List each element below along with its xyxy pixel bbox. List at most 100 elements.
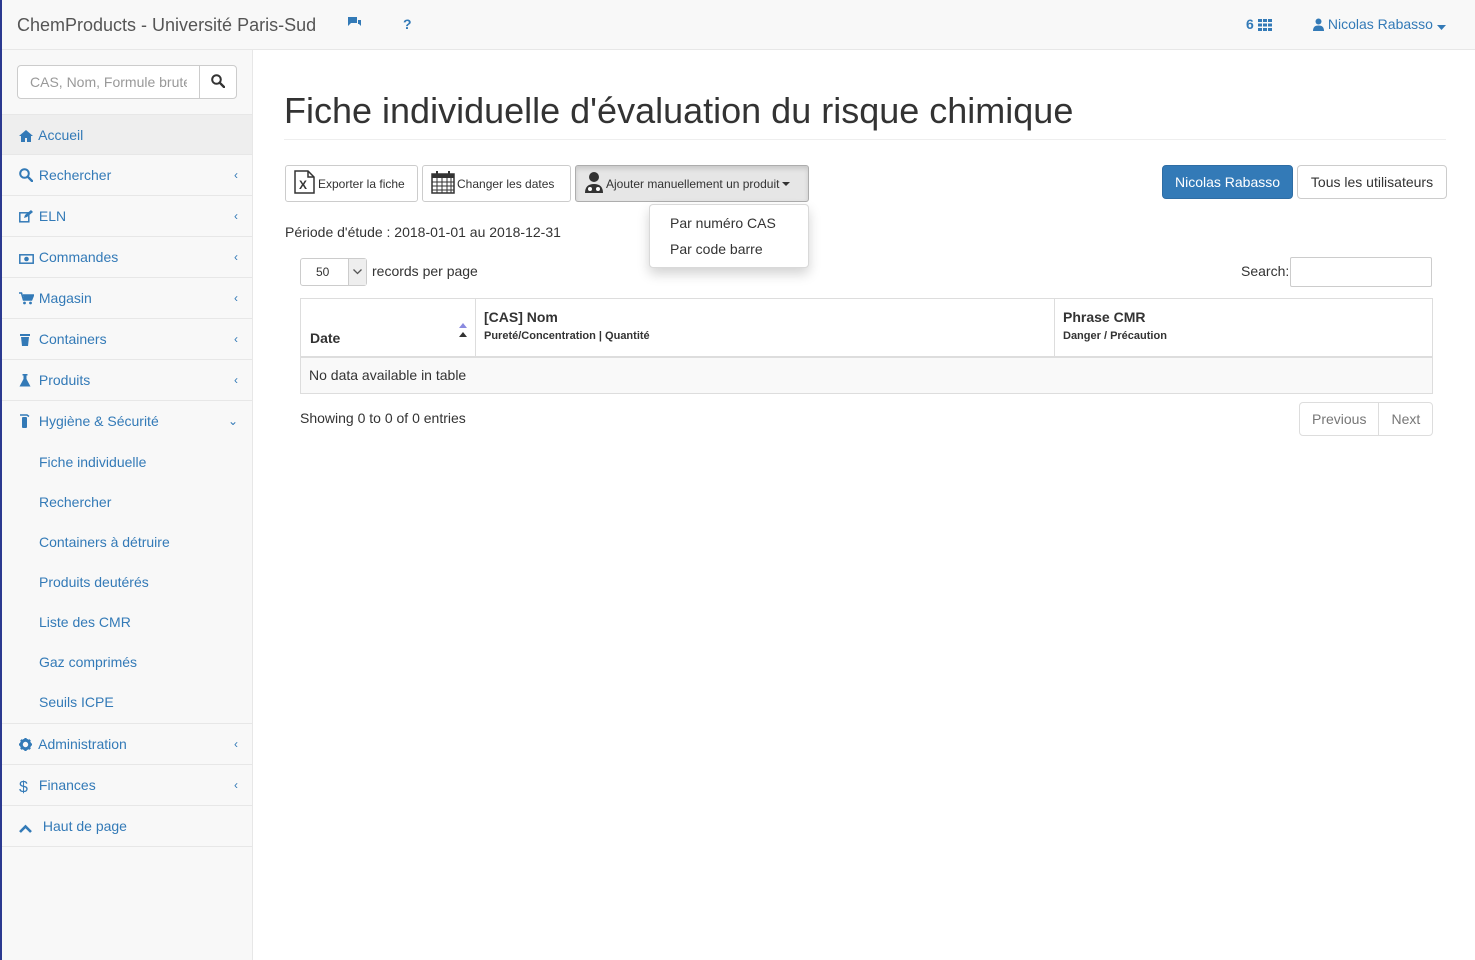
change-dates-button[interactable]: Changer les dates xyxy=(422,165,571,202)
sidebar-item-produits[interactable]: Produits ‹ xyxy=(2,360,252,401)
records-per-page-select[interactable]: 50 xyxy=(300,258,367,286)
title-divider xyxy=(284,139,1446,140)
user-name: Nicolas Rabasso xyxy=(1327,16,1433,32)
sidebar-item-rechercher[interactable]: Rechercher ‹ xyxy=(2,155,252,196)
sidebar-item-label: Commandes xyxy=(38,249,119,265)
submenu-item-produits-deuteres[interactable]: Produits deutérés xyxy=(2,562,252,602)
submenu-item-gaz-comprimes[interactable]: Gaz comprimés xyxy=(2,642,252,682)
all-users-button[interactable]: Tous les utilisateurs xyxy=(1297,165,1447,199)
sidebar-item-label: Hygiène & Sécurité xyxy=(38,413,159,429)
chevron-left-icon: ‹ xyxy=(234,373,238,387)
sidebar-item-eln[interactable]: ELN ‹ xyxy=(2,196,252,237)
sidebar-item-accueil[interactable]: Accueil xyxy=(2,114,252,155)
svg-text:X: X xyxy=(299,178,307,192)
sidebar-item-label: Rechercher xyxy=(38,167,112,183)
table-search-input[interactable] xyxy=(1290,257,1432,287)
submenu-item-seuils-icpe[interactable]: Seuils ICPE xyxy=(2,682,252,722)
table-search-label: Search: xyxy=(1241,263,1290,279)
trash-icon xyxy=(19,321,35,362)
apps-counter[interactable]: 6 xyxy=(1246,16,1273,32)
column-header-date[interactable]: Date xyxy=(300,298,476,358)
submenu-item-liste-cmr[interactable]: Liste des CMR xyxy=(2,602,252,642)
sidebar-item-hygiene-securite[interactable]: Hygiène & Sécurité ⌄ xyxy=(2,401,252,442)
submenu-item-rechercher[interactable]: Rechercher xyxy=(2,482,252,522)
help-icon[interactable]: ? xyxy=(403,16,412,32)
sidebar-item-label: Administration xyxy=(38,736,127,752)
sidebar: Accueil Rechercher ‹ ELN ‹ Commandes ‹ M… xyxy=(2,50,253,960)
add-product-label: Ajouter manuellement un produit xyxy=(606,176,780,191)
extinguisher-icon xyxy=(19,403,35,444)
search-button[interactable] xyxy=(199,65,237,99)
sidebar-item-label: Produits xyxy=(38,372,91,388)
empty-table-message: No data available in table xyxy=(300,356,1433,394)
pagination: Previous Next xyxy=(1299,402,1434,436)
sidebar-item-label: ELN xyxy=(38,208,67,224)
main-content: Fiche individuelle d'évaluation du risqu… xyxy=(254,50,1475,960)
table-row: No data available in table xyxy=(300,356,1433,394)
sort-asc-icon xyxy=(457,321,469,339)
cart-icon xyxy=(19,280,35,321)
sidebar-item-containers[interactable]: Containers ‹ xyxy=(2,319,252,360)
apps-count: 6 xyxy=(1246,16,1254,32)
chevron-down-icon: ⌄ xyxy=(227,414,238,428)
records-per-page-value: 50 xyxy=(316,265,330,279)
user-md-icon xyxy=(584,171,606,196)
submenu-item-fiche-individuelle[interactable]: Fiche individuelle xyxy=(2,442,252,482)
sidebar-item-label: Finances xyxy=(38,777,96,793)
next-page-button[interactable]: Next xyxy=(1378,403,1432,435)
hygiene-submenu: Fiche individuelle Rechercher Containers… xyxy=(2,442,252,724)
search-icon xyxy=(19,157,35,198)
search-icon xyxy=(211,73,226,91)
sidebar-item-label: Magasin xyxy=(38,290,92,306)
export-label: Exporter la fiche xyxy=(318,176,405,191)
export-button[interactable]: X Exporter la fiche xyxy=(285,165,418,202)
submenu-item-containers-a-detruire[interactable]: Containers à détruire xyxy=(2,522,252,562)
sidebar-search xyxy=(17,65,237,99)
change-dates-label: Changer les dates xyxy=(457,176,555,191)
column-phrase-cmr-label: Phrase CMR xyxy=(1063,309,1146,325)
column-header-cas-nom[interactable]: [CAS] Nom Pureté/Concentration | Quantit… xyxy=(475,298,1055,358)
calendar-icon xyxy=(431,170,457,197)
caret-down-icon xyxy=(782,181,791,186)
edit-icon xyxy=(19,198,35,239)
sidebar-item-label: Containers xyxy=(38,331,107,347)
chevron-down-icon xyxy=(348,259,366,285)
grid-icon xyxy=(1257,16,1273,32)
sidebar-item-label: Haut de page xyxy=(42,818,127,834)
column-date-label: Date xyxy=(310,330,341,346)
column-header-phrase-cmr[interactable]: Phrase CMR Danger / Précaution xyxy=(1054,298,1433,358)
sidebar-item-commandes[interactable]: Commandes ‹ xyxy=(2,237,252,278)
previous-page-button[interactable]: Previous xyxy=(1300,403,1378,435)
caret-down-icon xyxy=(1436,16,1446,32)
home-icon xyxy=(19,117,35,158)
data-table: Date [CAS] Nom Pureté/Concentration | Qu… xyxy=(300,298,1433,394)
dollar-icon: $ xyxy=(19,779,28,796)
search-input[interactable] xyxy=(17,65,200,99)
chevron-left-icon: ‹ xyxy=(234,778,238,792)
flask-icon xyxy=(19,362,35,403)
dropdown-item-cas[interactable]: Par numéro CAS xyxy=(650,210,808,236)
sidebar-item-finances[interactable]: $ Finances ‹ xyxy=(2,765,252,806)
column-cas-nom-sublabel: Pureté/Concentration | Quantité xyxy=(484,330,650,342)
sidebar-menu: Accueil Rechercher ‹ ELN ‹ Commandes ‹ M… xyxy=(2,114,252,847)
chevron-left-icon: ‹ xyxy=(234,209,238,223)
money-icon xyxy=(19,239,35,280)
dropdown-item-barcode[interactable]: Par code barre xyxy=(650,236,808,262)
user-menu[interactable]: Nicolas Rabasso xyxy=(1313,16,1446,32)
column-phrase-cmr-sublabel: Danger / Précaution xyxy=(1063,330,1167,342)
chevron-left-icon: ‹ xyxy=(234,737,238,751)
sidebar-item-administration[interactable]: Administration ‹ xyxy=(2,724,252,765)
chevron-left-icon: ‹ xyxy=(234,250,238,264)
sidebar-item-haut-de-page[interactable]: Haut de page xyxy=(2,806,252,847)
excel-file-icon: X xyxy=(294,170,318,197)
brand-title[interactable]: ChemProducts - Université Paris-Sud xyxy=(17,15,316,36)
records-per-page-label: records per page xyxy=(372,263,478,279)
sidebar-item-magasin[interactable]: Magasin ‹ xyxy=(2,278,252,319)
current-user-button[interactable]: Nicolas Rabasso xyxy=(1162,165,1293,199)
add-product-dropdown-menu: Par numéro CAS Par code barre xyxy=(649,204,809,268)
chevron-left-icon: ‹ xyxy=(234,291,238,305)
add-product-dropdown-button[interactable]: Ajouter manuellement un produit xyxy=(575,165,809,202)
chevron-left-icon: ‹ xyxy=(234,332,238,346)
chevron-up-icon xyxy=(19,808,39,849)
comments-icon[interactable] xyxy=(347,16,362,32)
